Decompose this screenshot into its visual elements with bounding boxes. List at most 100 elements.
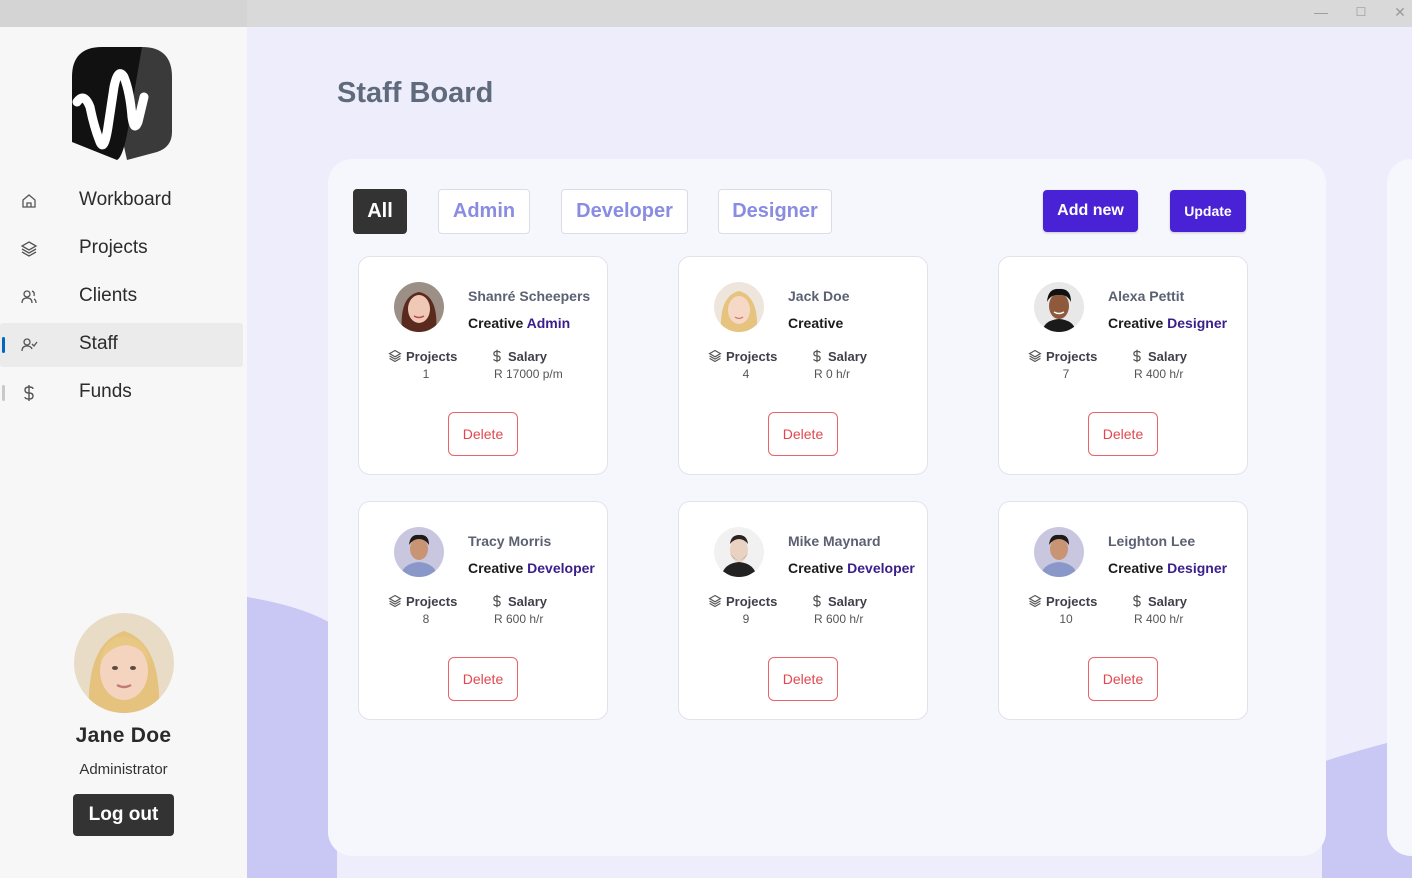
projects-count: 10 xyxy=(1059,612,1073,626)
user-check-icon xyxy=(21,338,38,352)
salary-stat: Salary R 600 h/r xyxy=(490,594,548,626)
salary-value: R 600 h/r xyxy=(814,612,864,626)
layers-icon xyxy=(388,594,402,608)
avatar-image xyxy=(394,282,444,332)
sidebar-item-label: Funds xyxy=(79,381,132,402)
dollar-icon xyxy=(813,594,821,608)
title-prefix: Creative xyxy=(1108,560,1164,576)
titlebar-right xyxy=(247,0,1412,27)
sidebar-item-workboard[interactable]: Workboard xyxy=(0,179,243,223)
salary-label: Salary xyxy=(1148,349,1188,364)
staff-card: Mike Maynard Creative Developer Projects 9 S… xyxy=(678,501,928,720)
avatar-image xyxy=(714,527,764,577)
staff-name: Leighton Lee xyxy=(1108,533,1196,549)
salary-stat: Salary R 400 h/r xyxy=(1130,349,1188,381)
sidebar: Workboard Projects Clients Staff Funds J… xyxy=(0,27,247,878)
projects-stat: Projects 9 xyxy=(708,594,777,626)
sidebar-item-staff[interactable]: Staff xyxy=(0,323,243,367)
home-icon xyxy=(22,194,36,208)
dollar-icon xyxy=(813,349,821,363)
projects-label: Projects xyxy=(1046,349,1098,364)
avatar-image xyxy=(394,527,444,577)
user-profile: Jane Doe Administrator Log out xyxy=(0,613,247,836)
projects-count: 8 xyxy=(422,612,430,626)
staff-name: Shanré Scheepers xyxy=(468,288,591,304)
sidebar-nav: Workboard Projects Clients Staff Funds xyxy=(0,179,247,419)
delete-button[interactable]: Delete xyxy=(768,412,838,456)
salary-stat: Salary R 400 h/r xyxy=(1130,594,1188,626)
avatar xyxy=(714,527,764,577)
projects-count: 1 xyxy=(422,367,430,381)
avatar xyxy=(714,282,764,332)
logout-button[interactable]: Log out xyxy=(73,794,174,836)
add-new-button[interactable]: Add new xyxy=(1043,190,1138,232)
profile-name: Jane Doe xyxy=(75,724,172,747)
titlebar-left xyxy=(0,0,247,27)
minimize-button[interactable]: — xyxy=(1309,2,1333,22)
avatar xyxy=(1034,527,1084,577)
sidebar-item-label: Workboard xyxy=(79,189,172,210)
projects-count: 7 xyxy=(1062,367,1070,381)
staff-name: Alexa Pettit xyxy=(1108,288,1185,304)
layers-icon xyxy=(708,349,722,363)
sidebar-item-projects[interactable]: Projects xyxy=(0,227,243,271)
title-prefix: Creative xyxy=(788,560,844,576)
dollar-icon xyxy=(1133,349,1141,363)
dollar-icon xyxy=(493,594,501,608)
layers-icon xyxy=(1028,594,1042,608)
users-icon xyxy=(21,290,37,304)
secondary-panel xyxy=(1387,159,1412,856)
staff-card: Tracy Morris Creative Developer Projects 8 S… xyxy=(358,501,608,720)
nav-marker xyxy=(2,337,5,353)
staff-card: Jack Doe Creative Projects 4 Salary R 0 h/r D… xyxy=(678,256,928,475)
main-content: Staff Board All Admin Developer Designer… xyxy=(247,27,1412,878)
staff-role: Designer xyxy=(1167,560,1228,576)
salary-label: Salary xyxy=(1148,594,1188,609)
sidebar-item-clients[interactable]: Clients xyxy=(0,275,243,319)
delete-button[interactable]: Delete xyxy=(1088,657,1158,701)
projects-stat: Projects 7 xyxy=(1028,349,1098,381)
salary-label: Salary xyxy=(828,594,868,609)
avatar-image xyxy=(73,613,174,713)
window-titlebar: — ☐ ✕ xyxy=(0,0,1412,27)
delete-button[interactable]: Delete xyxy=(448,412,518,456)
avatar xyxy=(394,282,444,332)
filter-designer[interactable]: Designer xyxy=(718,189,832,234)
update-button[interactable]: Update xyxy=(1170,190,1246,232)
staff-role: Developer xyxy=(527,560,595,576)
staff-card: Shanré Scheepers Creative Admin Projects 1 S… xyxy=(358,256,608,475)
page-title: Staff Board xyxy=(337,77,494,109)
salary-label: Salary xyxy=(508,594,548,609)
salary-label: Salary xyxy=(508,349,548,364)
close-button[interactable]: ✕ xyxy=(1388,2,1412,22)
delete-button[interactable]: Delete xyxy=(1088,412,1158,456)
salary-value: R 400 h/r xyxy=(1134,612,1184,626)
staff-name: Jack Doe xyxy=(788,288,850,304)
staff-role: Admin xyxy=(526,315,571,331)
avatar xyxy=(1034,282,1084,332)
layers-icon xyxy=(708,594,722,608)
delete-button[interactable]: Delete xyxy=(448,657,518,701)
avatar-image xyxy=(1034,282,1084,332)
filter-developer[interactable]: Developer xyxy=(561,189,688,234)
filter-admin[interactable]: Admin xyxy=(438,189,530,234)
projects-label: Projects xyxy=(406,349,458,364)
staff-title: Creative Designer xyxy=(1108,315,1227,331)
title-prefix: Creative xyxy=(788,315,844,331)
staff-card: Alexa Pettit Creative Designer Projects 7 Sa… xyxy=(998,256,1248,475)
filter-all[interactable]: All xyxy=(353,189,407,234)
salary-value: R 600 h/r xyxy=(494,612,544,626)
sidebar-item-funds[interactable]: Funds xyxy=(0,371,243,415)
sidebar-item-label: Staff xyxy=(79,333,118,354)
maximize-button[interactable]: ☐ xyxy=(1349,2,1373,22)
nav-marker xyxy=(2,385,5,401)
projects-count: 9 xyxy=(742,612,750,626)
salary-value: R 17000 p/m xyxy=(494,367,563,381)
avatar xyxy=(394,527,444,577)
dollar-icon xyxy=(24,385,34,401)
delete-button[interactable]: Delete xyxy=(768,657,838,701)
projects-stat: Projects 8 xyxy=(388,594,457,626)
layers-icon xyxy=(388,349,402,363)
projects-stat: Projects 1 xyxy=(388,349,458,381)
layers-icon xyxy=(1028,349,1042,363)
